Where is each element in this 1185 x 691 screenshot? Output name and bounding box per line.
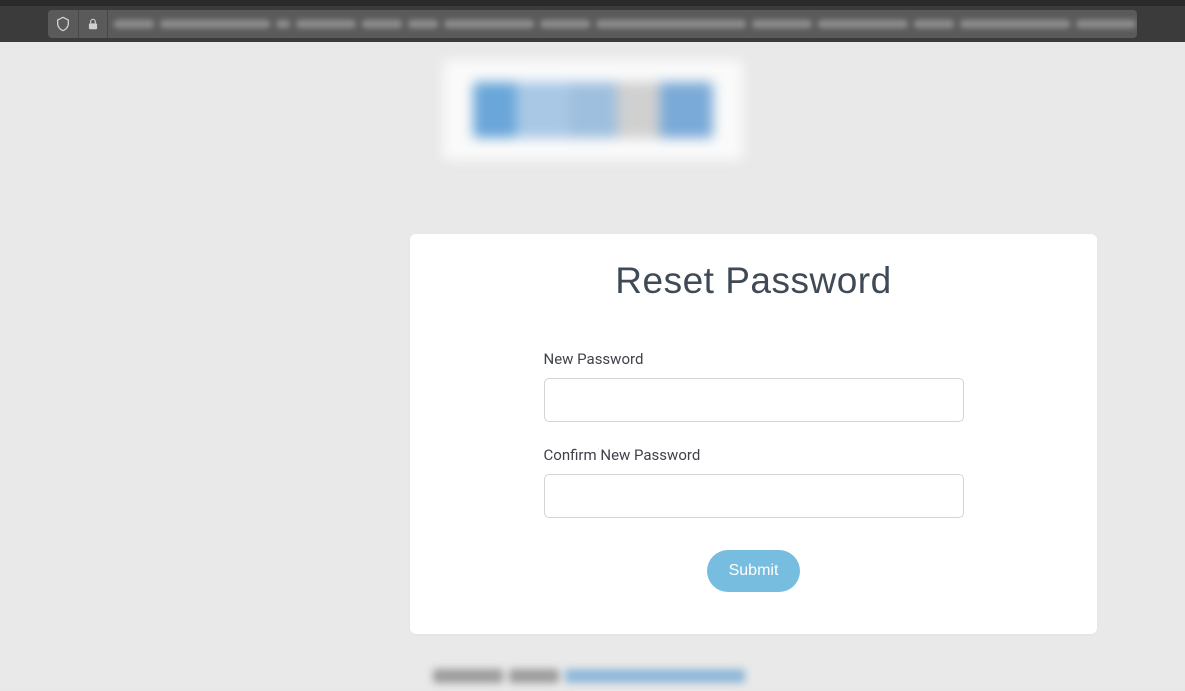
footer-text	[433, 669, 753, 691]
lock-icon	[86, 17, 100, 31]
submit-button[interactable]: Submit	[707, 550, 801, 592]
confirm-password-label: Confirm New Password	[544, 446, 964, 464]
page-body: Reset Password New Password Confirm New …	[0, 42, 1185, 690]
new-password-input[interactable]	[544, 378, 964, 422]
confirm-password-field-group: Confirm New Password	[544, 446, 964, 518]
logo	[443, 60, 743, 160]
shield-icon	[55, 16, 71, 32]
submit-wrap: Submit	[544, 550, 964, 592]
address-url[interactable]	[108, 10, 1137, 38]
card-title: Reset Password	[410, 260, 1097, 302]
lock-icon-wrap[interactable]	[79, 10, 108, 38]
reset-password-card: Reset Password New Password Confirm New …	[410, 234, 1097, 634]
new-password-label: New Password	[544, 350, 964, 368]
browser-chrome	[0, 0, 1185, 42]
new-password-field-group: New Password	[544, 350, 964, 422]
shield-icon-wrap[interactable]	[48, 10, 79, 38]
address-bar[interactable]	[48, 10, 1137, 38]
confirm-password-input[interactable]	[544, 474, 964, 518]
reset-password-form: New Password Confirm New Password Submit	[544, 350, 964, 592]
